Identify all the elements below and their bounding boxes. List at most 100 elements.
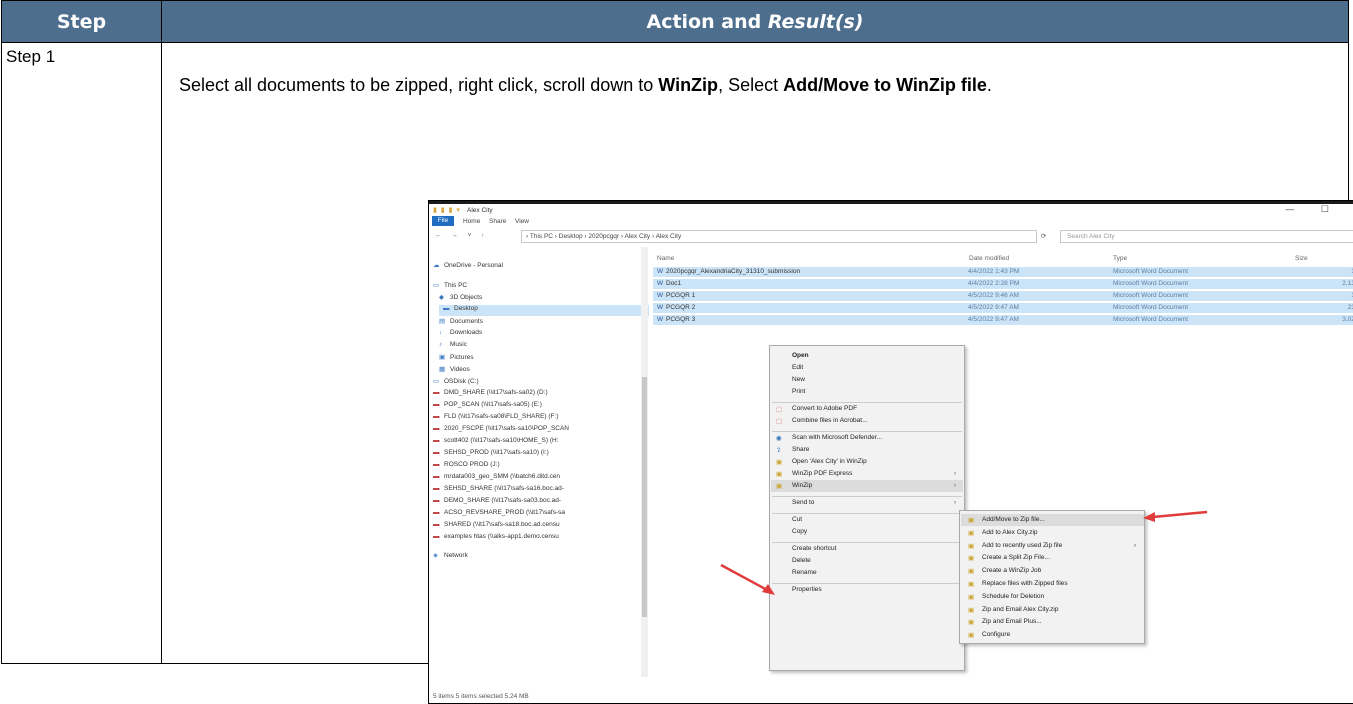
- winzip-submenu-item[interactable]: Schedule for Deletion ▣: [968, 593, 1044, 601]
- nav-item[interactable]: ▬ examples htas (\\alks-app1.demo.censu: [433, 533, 633, 544]
- refresh-icon[interactable]: ⟳: [1041, 232, 1046, 240]
- nav-item[interactable]: ▬ ROSCO PROD (J:): [433, 461, 633, 472]
- winzip-submenu-item[interactable]: Create a Split Zip File... ▣: [968, 554, 1050, 562]
- file-date: 4/5/2022 9:47 AM: [968, 304, 1019, 311]
- winzip-submenu-item[interactable]: Configure ▣: [968, 631, 1010, 639]
- status-text: 5 items 5 items selected 5.24 MB: [433, 693, 529, 700]
- context-menu-label: Share: [792, 446, 810, 453]
- nav-item[interactable]: ▬ ACSO_REVSHARE_PROD (\\it17\safs-sa: [433, 509, 633, 520]
- nav-item[interactable]: ▭ This PC: [433, 281, 633, 292]
- nav-item[interactable]: ▬ SHARED (\\it17\safs-sa18.boc.ad.censu: [433, 521, 633, 532]
- winzip-icon: ▣: [968, 581, 975, 588]
- winzip-icon: ▣: [776, 483, 783, 490]
- nav-item[interactable]: ▬ mrdata003_geo_SMM (\\batch6.ditd.cen: [433, 473, 633, 484]
- nav-scroll-thumb[interactable]: [642, 377, 647, 617]
- context-menu-item[interactable]: New: [792, 376, 805, 383]
- navigation-arrows-icon[interactable]: ← → ˅ ↑: [435, 232, 488, 239]
- context-menu-item[interactable]: WinZip PDF Express ▣: [776, 470, 852, 478]
- context-menu-label: Cut: [792, 516, 803, 523]
- nav-item[interactable]: ▭ OSDisk (C:): [433, 377, 633, 388]
- context-menu-item[interactable]: Cut: [792, 516, 802, 523]
- nav-scrollbar[interactable]: [641, 247, 648, 677]
- nav-item[interactable]: ▬ SEHSD_SHARE (\\it17\safs-sa16.boc.ad-: [433, 485, 633, 496]
- file-row[interactable]: PCGQR 3 4/5/2022 9:47 AM Microsoft Word Do…: [653, 315, 1353, 325]
- nav-item-label: Documents: [450, 318, 483, 325]
- context-menu-item[interactable]: Print: [792, 388, 805, 395]
- context-menu-item[interactable]: Open 'Alex City' in WinZip ▣: [776, 458, 867, 466]
- file-date: 4/4/2022 2:28 PM: [968, 280, 1020, 287]
- winzip-submenu-item[interactable]: Add to Alex City.zip ▣: [968, 529, 1038, 537]
- col-date[interactable]: Date modified: [969, 255, 1009, 262]
- nav-item[interactable]: ▤ Documents: [439, 317, 639, 328]
- nav-item-label: Desktop: [454, 305, 478, 312]
- context-menu-item[interactable]: Edit: [792, 364, 803, 371]
- file-size: 2,134 KB: [1342, 280, 1353, 287]
- winzip-submenu-item[interactable]: Replace files with Zipped files ▣: [968, 580, 1068, 588]
- instruction-text: Select all documents to be zipped, right…: [179, 75, 992, 96]
- file-row[interactable]: PCGQR 2 4/5/2022 9:47 AM Microsoft Word Do…: [653, 303, 1353, 313]
- nav-item[interactable]: ▬ scott402 (\\it17\safs-sa10\HOME_S) (H:: [433, 437, 633, 448]
- context-menu-item[interactable]: Open: [792, 352, 809, 359]
- shield-icon: ◉: [776, 435, 782, 442]
- file-row[interactable]: 2020pcgqr_AlexandriaCity_31310_submissio…: [653, 267, 1353, 277]
- file-tab[interactable]: File: [432, 216, 454, 226]
- nav-item-label: Videos: [450, 366, 470, 373]
- file-row[interactable]: PCGQR 1 4/5/2022 9:46 AM Microsoft Word Do…: [653, 291, 1353, 301]
- nav-item-label: OSDisk (C:): [444, 378, 479, 385]
- video-icon: ▦: [439, 366, 446, 373]
- quick-access-icons: ▮ ▮ ▮ ▾: [433, 207, 461, 214]
- context-menu-item[interactable]: Share ⇪: [776, 446, 810, 454]
- home-tab[interactable]: Home: [463, 218, 480, 225]
- winzip-submenu-item[interactable]: Zip and Email Alex City.zip ▣: [968, 606, 1058, 614]
- nav-item[interactable]: ▬ DMD_SHARE (\\it17\safs-sa02) (D:): [433, 389, 633, 400]
- nav-item[interactable]: ▦ Videos: [439, 365, 639, 376]
- view-tab[interactable]: View: [515, 218, 529, 225]
- col-name[interactable]: Name: [657, 255, 674, 262]
- instruction-part3: .: [986, 75, 992, 95]
- col-type[interactable]: Type: [1113, 255, 1127, 262]
- share-tab[interactable]: Share: [489, 218, 506, 225]
- file-row[interactable]: Doc1 4/4/2022 2:28 PM Microsoft Word Docum…: [653, 279, 1353, 289]
- nav-item[interactable]: ▬ POP_SCAN (\\it17\safs-sa05) (E:): [433, 401, 633, 412]
- context-menu-item[interactable]: Copy: [792, 528, 807, 535]
- winzip-submenu-item[interactable]: Zip and Email Plus... ▣: [968, 618, 1042, 626]
- context-menu-item[interactable]: Delete: [792, 557, 811, 564]
- word-doc-icon: W: [657, 280, 664, 287]
- nav-item[interactable]: ♪ Music: [439, 341, 639, 352]
- nav-item[interactable]: ▬ DEMO_SHARE (\\it17\safs-sa03.boc.ad-: [433, 497, 633, 508]
- context-menu-item[interactable]: Send to: [792, 499, 814, 506]
- context-menu-item[interactable]: WinZip ▣: [776, 482, 812, 490]
- context-menu-label: New: [792, 376, 806, 383]
- nav-item[interactable]: ▬ SEHSD_PROD (\\it17\safs-sa10) (I:): [433, 449, 633, 460]
- context-menu-item[interactable]: Rename: [792, 569, 817, 576]
- context-menu-item[interactable]: Convert to Adobe PDF ⬚: [776, 405, 857, 413]
- nav-item[interactable]: ▬ 2020_FSCPE (\\it17\safs-sa10\POP_SCAN: [433, 425, 633, 436]
- context-menu-item[interactable]: Properties: [792, 586, 822, 593]
- network-drive-icon: ▬: [433, 497, 440, 504]
- winzip-icon: ▣: [968, 542, 975, 550]
- nav-item-label: Network: [444, 552, 468, 559]
- nav-item[interactable]: ▬ Desktop: [439, 305, 649, 316]
- nav-item[interactable]: ◆ 3D Objects: [439, 293, 639, 304]
- context-menu-item[interactable]: Combine files in Acrobat... ⬚: [776, 417, 868, 425]
- winzip-submenu-item[interactable]: Add/Move to Zip file... ▣: [968, 516, 1045, 524]
- winzip-submenu-item[interactable]: Create a WinZip Job ▣: [968, 567, 1041, 575]
- menu-separator: [772, 402, 962, 403]
- instruction-part1: Select all documents to be zipped, right…: [179, 75, 659, 95]
- nav-item[interactable]: ▬ FLD (\\it17\safs-sa08\FLD_SHARE) (F:): [433, 413, 633, 424]
- window-title: Alex City: [467, 207, 493, 214]
- nav-item[interactable]: ↓ Downloads: [439, 329, 639, 340]
- search-box[interactable]: Search Alex City: [1060, 230, 1353, 243]
- path-box[interactable]: › This PC › Desktop › 2020pcgqr › Alex C…: [521, 230, 1037, 243]
- nav-item[interactable]: ◈ Network: [433, 551, 633, 562]
- col-size[interactable]: Size: [1295, 255, 1308, 262]
- winzip-submenu-item[interactable]: Add to recently used Zip file ▣: [968, 542, 1062, 550]
- nav-item[interactable]: ▣ Pictures: [439, 353, 639, 364]
- window-controls[interactable]: — ☐ ✕: [1285, 204, 1353, 215]
- title-bar: ▮ ▮ ▮ ▾ Alex City — ☐ ✕: [429, 204, 1353, 216]
- nav-item[interactable]: ☁ OneDrive - Personal: [433, 261, 633, 272]
- step-header: Step: [1, 0, 162, 43]
- context-menu-item[interactable]: Create shortcut: [792, 545, 836, 552]
- pc-icon: ▭: [433, 282, 440, 289]
- context-menu-item[interactable]: Scan with Microsoft Defender... ◉: [776, 434, 882, 442]
